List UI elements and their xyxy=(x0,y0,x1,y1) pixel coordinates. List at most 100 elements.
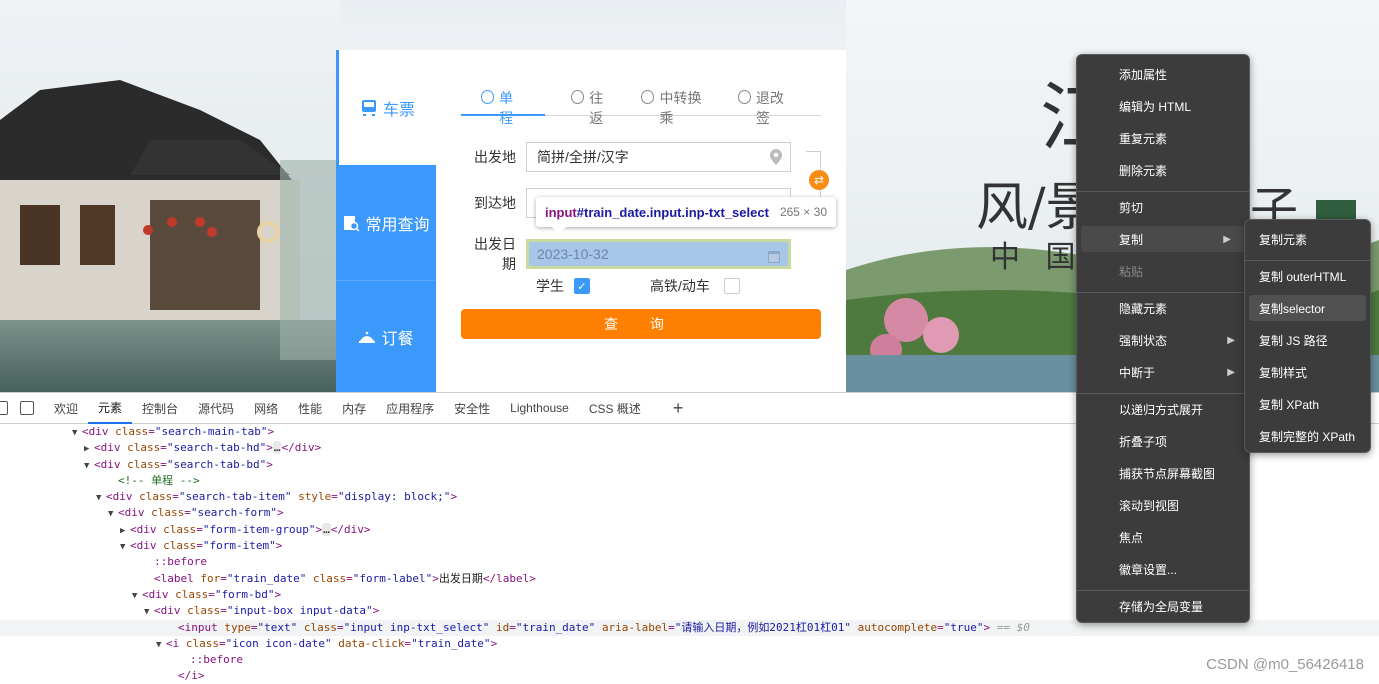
collapse-arrow-icon[interactable]: ▼ xyxy=(96,490,106,506)
menu-item-label: 复制元素 xyxy=(1259,232,1308,247)
context-menu-item[interactable]: 徽章设置... xyxy=(1077,556,1249,582)
context-menu-item[interactable]: 添加属性 xyxy=(1077,61,1249,87)
date-input[interactable]: 2023-10-32 xyxy=(526,239,791,269)
dom-node-code: <div class="search-form"> xyxy=(118,506,284,520)
devtools-tab[interactable]: CSS 概述 xyxy=(579,393,651,424)
menu-item-label: 折叠子项 xyxy=(1119,434,1168,449)
menu-item-label: 中断于 xyxy=(1119,365,1156,380)
to-label: 到达地 xyxy=(474,195,516,211)
collapse-arrow-icon[interactable]: ▼ xyxy=(84,458,94,474)
dom-node-code: <i class="icon icon-date" data-click="tr… xyxy=(166,636,498,650)
devtools-tab[interactable]: 内存 xyxy=(332,393,376,424)
context-menu: 添加属性编辑为 HTML 重复元素删除元素剪切复制 ▶ 粘贴隐藏元素强制状态 ▶ 中断于 ▶… xyxy=(1076,54,1250,623)
menu-separator xyxy=(1077,191,1249,192)
dom-node-code: <div class="form-item-group">…</div> xyxy=(130,522,371,536)
tooltip-selector: #train_date.input.inp-txt_select xyxy=(576,204,769,220)
collapse-arrow-icon[interactable]: ▼ xyxy=(156,637,166,653)
context-menu-item[interactable]: 隐藏元素 xyxy=(1077,295,1249,321)
dom-node-code: ::before xyxy=(190,653,243,667)
expand-arrow-icon[interactable]: ▶ xyxy=(84,441,94,457)
devtools-tabs: 欢迎 元素 控制台 源代码 网络 性能 内存 应用程序 安全性 Lighthouse CSS 概述 + xyxy=(44,393,693,424)
dom-node-code: <input type="text" class="input inp-txt_… xyxy=(178,620,1030,634)
chevron-right-icon: ▶ xyxy=(1223,233,1231,245)
swap-stations-button[interactable]: ⇄ xyxy=(809,170,829,190)
side-tab-tickets[interactable]: 车票 xyxy=(336,50,436,165)
context-menu-item[interactable]: 焦点 xyxy=(1077,524,1249,550)
devtools-tab[interactable]: 安全性 xyxy=(444,393,500,424)
dom-node-code: <div class="search-tab-bd"> xyxy=(94,457,273,471)
devtools-tab[interactable]: 控制台 xyxy=(132,393,188,424)
menu-item-label: 捕获节点屏幕截图 xyxy=(1119,466,1216,481)
side-tab-meal[interactable]: 订餐 xyxy=(336,281,436,392)
tab-one-way[interactable]: 单程 xyxy=(461,88,546,126)
inspect-element-icon[interactable] xyxy=(0,401,8,415)
context-menu-item[interactable]: 以递归方式展开 xyxy=(1077,396,1249,422)
context-menu-item[interactable]: 复制 ▶ xyxy=(1081,226,1245,252)
device-toolbar-icon[interactable] xyxy=(20,401,34,415)
copy-submenu-item[interactable]: 复制 outerHTML xyxy=(1245,263,1370,289)
chevron-right-icon: ▶ xyxy=(1227,334,1235,346)
search-button[interactable]: 查 询 xyxy=(461,309,821,339)
minus-circle-icon xyxy=(481,90,495,104)
devtools-tab[interactable]: 元素 xyxy=(88,393,133,424)
copy-submenu-item[interactable]: 复制元素 xyxy=(1245,226,1370,252)
context-menu-item[interactable]: 存储为全局变量 xyxy=(1077,593,1249,619)
context-menu-item[interactable]: 剪切 xyxy=(1077,194,1249,220)
watermark: CSDN @m0_56426418 xyxy=(1206,656,1364,673)
side-tab-common-query[interactable]: 常用查询 xyxy=(336,165,436,281)
menu-item-label: 隐藏元素 xyxy=(1119,301,1168,316)
devtools-tab[interactable]: 源代码 xyxy=(188,393,244,424)
menu-item-label: 存储为全局变量 xyxy=(1119,599,1204,614)
context-menu-item[interactable]: 滚动到视图 xyxy=(1077,492,1249,518)
dom-node-line[interactable]: </i> xyxy=(0,668,1379,684)
menu-item-label: 编辑为 HTML xyxy=(1119,99,1192,114)
copy-submenu-item[interactable]: 复制完整的 XPath xyxy=(1245,423,1370,449)
context-menu-item[interactable]: 中断于 ▶ xyxy=(1077,359,1249,385)
copy-submenu-item[interactable]: 复制 JS 路径 xyxy=(1245,327,1370,353)
dom-node-code: <div class="form-item"> xyxy=(130,539,283,553)
tab-transfer[interactable]: 中转换乘 xyxy=(641,88,711,126)
context-menu-item[interactable]: 粘贴 xyxy=(1077,258,1249,284)
from-input[interactable]: 简拼/全拼/汉字 xyxy=(526,142,791,172)
context-menu-item[interactable]: 强制状态 ▶ xyxy=(1077,327,1249,353)
copy-submenu-item[interactable]: 复制selector xyxy=(1249,295,1366,321)
banner-slogan-line2: 中 国 xyxy=(990,240,1084,275)
devtools-tab[interactable]: 性能 xyxy=(288,393,332,424)
tab-round-trip[interactable]: 往返 xyxy=(571,88,615,126)
devtools-tab[interactable]: 欢迎 xyxy=(44,393,88,424)
devtools-tab[interactable]: 应用程序 xyxy=(376,393,444,424)
tab-refund-change[interactable]: 退改签 xyxy=(737,88,795,126)
menu-item-label: 焦点 xyxy=(1119,530,1144,545)
menu-item-label: 重复元素 xyxy=(1119,131,1168,146)
context-menu-item[interactable]: 折叠子项 xyxy=(1077,428,1249,454)
context-menu-item[interactable]: 删除元素 xyxy=(1077,157,1249,183)
context-menu-item[interactable]: 捕获节点屏幕截图 xyxy=(1077,460,1249,486)
copy-submenu-item[interactable]: 复制 XPath xyxy=(1245,391,1370,417)
dom-node-code: </i> xyxy=(178,669,205,683)
collapse-arrow-icon[interactable]: ▼ xyxy=(120,539,130,555)
dom-node-line[interactable]: ▼ <i class="icon icon-date" data-click="t… xyxy=(0,636,1379,652)
highspeed-checkbox[interactable] xyxy=(723,278,740,294)
dom-node-code: <div class="form-bd"> xyxy=(142,587,282,601)
collapse-arrow-icon[interactable]: ▼ xyxy=(144,604,154,620)
menu-item-label: 以递归方式展开 xyxy=(1119,402,1204,417)
context-menu-item[interactable]: 编辑为 HTML xyxy=(1077,93,1249,119)
chevron-right-icon: ▶ xyxy=(1227,366,1235,378)
tooltip-size: 265 × 30 xyxy=(779,205,827,219)
collapse-arrow-icon[interactable]: ▼ xyxy=(72,425,82,441)
devtools-tab[interactable]: + xyxy=(663,393,694,424)
collapse-arrow-icon[interactable]: ▼ xyxy=(108,506,118,522)
dom-node-line[interactable]: ::before xyxy=(0,652,1379,668)
trip-type-tabs: 单程 往返 中转换乘 退改签 xyxy=(461,88,821,126)
expand-arrow-icon[interactable]: ▶ xyxy=(120,523,130,539)
devtools-tab[interactable]: 网络 xyxy=(244,393,288,424)
student-checkbox[interactable]: ✓ xyxy=(574,278,590,294)
tab-label: 往返 xyxy=(589,90,604,126)
collapse-arrow-icon[interactable]: ▼ xyxy=(132,588,142,604)
devtools-tab[interactable]: Lighthouse xyxy=(500,393,579,424)
context-menu-item[interactable]: 重复元素 xyxy=(1077,125,1249,151)
ticket-circle-icon xyxy=(737,90,751,104)
copy-submenu-item[interactable]: 复制样式 xyxy=(1245,359,1370,385)
calendar-icon xyxy=(768,251,780,263)
student-label: 学生 xyxy=(536,278,564,294)
